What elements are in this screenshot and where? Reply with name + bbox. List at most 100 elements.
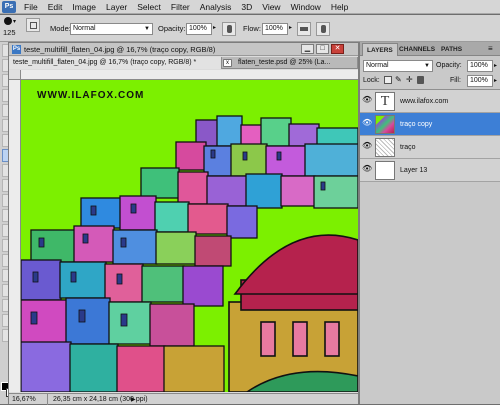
tab-channels[interactable]: CHANNELS bbox=[395, 43, 439, 56]
vertical-ruler[interactable] bbox=[9, 80, 21, 392]
house-shape bbox=[182, 265, 224, 307]
lock-transparency-icon[interactable] bbox=[384, 76, 392, 84]
house-shape bbox=[226, 205, 258, 239]
mode-value: Normal bbox=[73, 25, 96, 32]
menu-analysis[interactable]: Analysis bbox=[195, 0, 237, 14]
layer-name: www.ilafox.com bbox=[400, 98, 449, 105]
minimize-button[interactable]: ▁ bbox=[301, 44, 314, 54]
options-bar: ▾ 125 Mode: Normal ▼ Opacity: 100% ▸ Flo… bbox=[0, 15, 500, 42]
house-shape bbox=[163, 345, 225, 392]
layer-row-text[interactable]: 👁 T www.ilafox.com bbox=[360, 90, 500, 113]
window-shape bbox=[120, 313, 128, 327]
watermark-text: WWW.ILAFOX.COM bbox=[37, 90, 144, 101]
status-menu-arrow-icon[interactable]: ▶ bbox=[131, 396, 136, 403]
tab-flaten-teste[interactable]: flaten_teste.psd @ 25% (La... bbox=[234, 57, 358, 69]
chevron-down-icon: ▼ bbox=[424, 63, 430, 69]
status-divider bbox=[47, 394, 48, 405]
visibility-eye-icon[interactable]: 👁 bbox=[362, 141, 372, 151]
brush-panel-toggle[interactable] bbox=[26, 18, 40, 32]
pen-size-icon bbox=[321, 25, 326, 33]
lock-pixels-icon[interactable]: ✎ bbox=[395, 75, 402, 85]
menu-select[interactable]: Select bbox=[132, 0, 166, 14]
layer-opacity-input[interactable]: 100% bbox=[467, 60, 493, 72]
menu-edit[interactable]: Edit bbox=[43, 0, 68, 14]
house-shape bbox=[116, 345, 166, 392]
house-shape bbox=[155, 231, 197, 265]
airbrush-icon bbox=[300, 27, 308, 31]
menu-image[interactable]: Image bbox=[67, 0, 101, 14]
brush-dropdown-icon[interactable]: ▾ bbox=[13, 18, 16, 25]
window-shape bbox=[30, 311, 38, 325]
house-shape bbox=[65, 297, 111, 345]
opacity-input[interactable]: 100% bbox=[186, 23, 212, 35]
panel-menu-icon[interactable]: ≡ bbox=[488, 44, 493, 53]
fill-input[interactable]: 100% bbox=[467, 75, 493, 87]
menu-view[interactable]: View bbox=[257, 0, 285, 14]
menu-window[interactable]: Window bbox=[286, 0, 326, 14]
flow-slider-icon[interactable]: ▸ bbox=[289, 24, 292, 31]
airbrush-button[interactable] bbox=[297, 22, 311, 36]
layer-row-layer-13[interactable]: 👁 Layer 13 bbox=[360, 159, 500, 182]
layer-row-traco-copy[interactable]: 👁 traço copy bbox=[360, 113, 500, 136]
window-shape bbox=[320, 181, 326, 191]
close-button[interactable]: ✕ bbox=[331, 44, 344, 54]
menu-help[interactable]: Help bbox=[326, 0, 353, 14]
canvas-artwork[interactable]: WWW.ILAFOX.COM bbox=[21, 80, 358, 392]
tab-paths[interactable]: PATHS bbox=[437, 43, 466, 56]
photoshop-logo-icon: Ps bbox=[2, 0, 16, 13]
window-shape bbox=[70, 271, 77, 283]
document-tabs: teste_multifill_flaten_04.jpg @ 16,7% (t… bbox=[9, 57, 358, 69]
house-shape bbox=[175, 141, 207, 171]
document-title: teste_multifill_flaten_04.jpg @ 16,7% (t… bbox=[24, 45, 216, 54]
house-shape bbox=[280, 175, 316, 207]
house-shape bbox=[304, 143, 358, 177]
zoom-level[interactable]: 16,67% bbox=[12, 394, 36, 405]
visibility-eye-icon[interactable]: 👁 bbox=[362, 118, 372, 128]
house-shape bbox=[149, 303, 195, 347]
image-layer-thumbnail bbox=[375, 115, 395, 134]
tab-layers[interactable]: LAYERS bbox=[362, 43, 398, 56]
minimize-icon: ▁ bbox=[304, 45, 311, 52]
canvas-area[interactable]: WWW.ILAFOX.COM bbox=[21, 80, 358, 392]
close-icon: ✕ bbox=[334, 45, 341, 52]
tablet-pressure-opacity-button[interactable] bbox=[222, 22, 236, 36]
church-window bbox=[292, 321, 308, 357]
house-shape bbox=[141, 265, 185, 303]
layer-name: traço copy bbox=[400, 121, 433, 128]
opacity-arrow-icon[interactable]: ▸ bbox=[494, 62, 497, 69]
opacity-slider-icon[interactable]: ▸ bbox=[213, 24, 216, 31]
horizontal-ruler[interactable] bbox=[21, 70, 358, 80]
menu-3d[interactable]: 3D bbox=[236, 0, 257, 14]
visibility-eye-icon[interactable]: 👁 bbox=[362, 164, 372, 174]
house-shape bbox=[154, 201, 190, 233]
fill-arrow-icon[interactable]: ▸ bbox=[494, 77, 497, 84]
lock-position-icon[interactable]: ✛ bbox=[406, 75, 413, 85]
menu-filter[interactable]: Filter bbox=[166, 0, 195, 14]
ruler-origin[interactable] bbox=[9, 70, 21, 80]
opacity-label: Opacity: bbox=[158, 24, 186, 33]
menu-file[interactable]: File bbox=[19, 0, 43, 14]
window-shape bbox=[116, 273, 123, 285]
flow-input[interactable]: 100% bbox=[262, 23, 288, 35]
close-tab-icon[interactable]: x bbox=[223, 59, 232, 67]
lineart-layer-thumbnail bbox=[375, 138, 395, 157]
window-shape bbox=[130, 203, 137, 214]
fill-label: Fill: bbox=[450, 77, 461, 84]
menu-layer[interactable]: Layer bbox=[101, 0, 132, 14]
document-title-bar[interactable]: Ps teste_multifill_flaten_04.jpg @ 16,7%… bbox=[9, 43, 358, 56]
text-layer-thumbnail-icon: T bbox=[375, 92, 395, 111]
tablet-pressure-size-button[interactable] bbox=[316, 22, 330, 36]
brush-icon[interactable] bbox=[4, 17, 12, 25]
window-shape bbox=[120, 237, 127, 248]
maximize-button[interactable]: □ bbox=[316, 44, 329, 54]
lock-all-icon[interactable] bbox=[417, 76, 424, 84]
visibility-eye-icon[interactable]: 👁 bbox=[362, 95, 372, 105]
tab-teste-multifill[interactable]: teste_multifill_flaten_04.jpg @ 16,7% (t… bbox=[9, 57, 222, 69]
panel-tabs: LAYERS CHANNELS PATHS ≡ bbox=[360, 42, 500, 56]
layers-panel: LAYERS CHANNELS PATHS ≡ Normal ▼ Opacity… bbox=[359, 42, 500, 404]
mode-select[interactable]: Normal ▼ bbox=[70, 23, 153, 35]
blend-mode-select[interactable]: Normal ▼ bbox=[363, 60, 433, 72]
house-shape bbox=[59, 261, 107, 299]
house-shape bbox=[216, 115, 243, 147]
layer-row-traco[interactable]: 👁 traço bbox=[360, 136, 500, 159]
